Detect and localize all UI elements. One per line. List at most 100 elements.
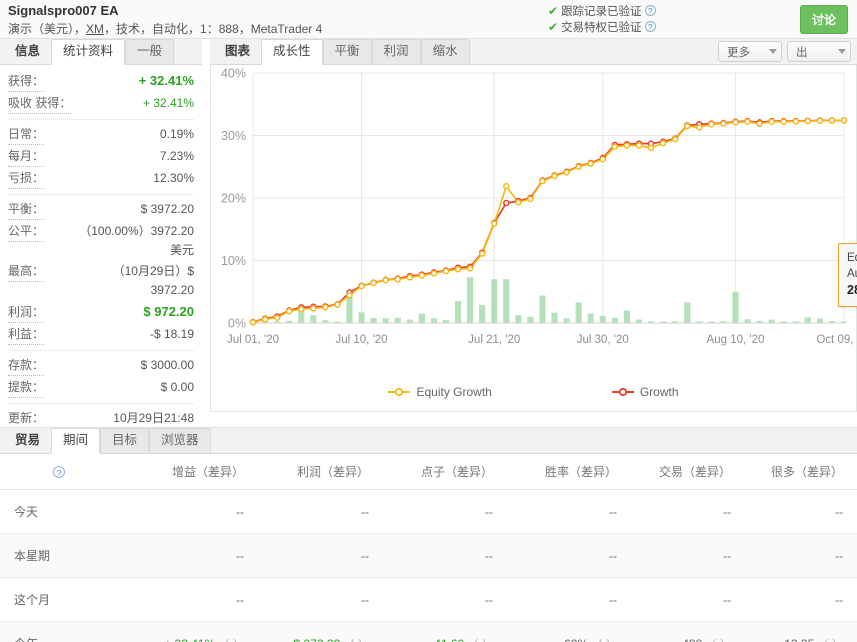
chart-bar	[455, 301, 461, 323]
legend-item-growth[interactable]: Growth	[612, 385, 679, 399]
stat-label: 吸收 获得：	[8, 94, 71, 114]
data-point-marker[interactable]	[769, 119, 774, 124]
table-cell: --	[258, 534, 383, 578]
table-cell: --	[118, 578, 258, 622]
data-point-marker[interactable]	[504, 184, 509, 189]
data-point-marker[interactable]	[540, 179, 545, 184]
data-point-marker[interactable]	[624, 143, 629, 148]
growth-chart[interactable]: 0%10%20%30%40%Jul 01, '20Jul 10, '20Jul …	[211, 65, 856, 365]
chart-tooltip: Equity Growth Aug 10, '20 28.78%	[838, 243, 857, 307]
cell-value: --	[609, 505, 617, 519]
data-point-marker[interactable]	[311, 306, 316, 311]
legend-item-equity-growth[interactable]: Equity Growth	[388, 385, 491, 399]
discuss-button[interactable]: 讨论	[800, 5, 848, 34]
data-point-marker[interactable]	[516, 200, 521, 205]
tab-info[interactable]: 信息	[4, 40, 51, 64]
cell-value: --	[723, 593, 731, 607]
data-point-marker[interactable]	[588, 161, 593, 166]
data-point-marker[interactable]	[673, 137, 678, 142]
data-point-marker[interactable]	[407, 275, 412, 280]
data-point-marker[interactable]	[552, 174, 557, 179]
data-point-marker[interactable]	[347, 293, 352, 298]
table-column-header: 点子（差异）	[383, 454, 507, 490]
data-point-marker[interactable]	[793, 119, 798, 124]
tab-targets[interactable]: 目标	[100, 428, 149, 453]
account-stats-page: Signalspro007 EA 演示（美元），XM，技术，自动化，1：888，…	[0, 0, 857, 642]
data-point-marker[interactable]	[275, 315, 280, 320]
data-point-marker[interactable]	[504, 201, 509, 206]
tab-trades[interactable]: 贸易	[4, 429, 51, 453]
data-point-marker[interactable]	[299, 307, 304, 312]
data-point-marker[interactable]	[492, 221, 497, 226]
data-point-marker[interactable]	[697, 125, 702, 130]
data-point-marker[interactable]	[612, 144, 617, 149]
data-point-marker[interactable]	[395, 277, 400, 282]
tab-profit[interactable]: 利润	[372, 39, 421, 64]
data-point-marker[interactable]	[745, 119, 750, 124]
data-point-marker[interactable]	[287, 309, 292, 314]
data-point-marker[interactable]	[468, 266, 473, 271]
stat-row: 亏损：12.30%	[8, 168, 194, 190]
data-point-marker[interactable]	[781, 119, 786, 124]
data-point-marker[interactable]	[842, 118, 847, 123]
stat-label: 平衡：	[8, 200, 44, 220]
period-label: 这个月	[0, 578, 118, 622]
tab-statistics[interactable]: 统计资料	[51, 39, 125, 65]
stat-value: $ 972.20	[143, 302, 194, 321]
data-point-marker[interactable]	[757, 121, 762, 126]
help-icon[interactable]: ?	[645, 5, 656, 16]
data-point-marker[interactable]	[733, 120, 738, 125]
table-column-header: 增益（差异）	[118, 454, 258, 490]
data-point-marker[interactable]	[661, 141, 666, 146]
tab-general[interactable]: 一般	[125, 39, 174, 64]
help-icon[interactable]: ?	[53, 466, 65, 478]
chart-bar	[588, 314, 594, 323]
chart-bar	[358, 312, 364, 323]
data-point-marker[interactable]	[805, 119, 810, 124]
data-point-marker[interactable]	[335, 302, 340, 307]
data-point-marker[interactable]	[419, 273, 424, 278]
tab-charts[interactable]: 图表	[214, 40, 261, 64]
data-point-marker[interactable]	[359, 284, 364, 289]
data-point-marker[interactable]	[829, 118, 834, 123]
data-point-marker[interactable]	[576, 164, 581, 169]
more-dropdown[interactable]: 更多	[718, 41, 782, 62]
data-point-marker[interactable]	[443, 269, 448, 274]
data-point-marker[interactable]	[709, 122, 714, 127]
account-subtitle: 演示（美元），XM，技术，自动化，1：888，MetaTrader 4	[8, 19, 849, 38]
data-point-marker[interactable]	[636, 143, 641, 148]
data-point-marker[interactable]	[564, 170, 569, 175]
broker-link-xm[interactable]: XM	[86, 22, 104, 36]
data-point-marker[interactable]	[528, 196, 533, 201]
divider	[8, 350, 194, 351]
data-point-marker[interactable]	[383, 278, 388, 283]
data-point-marker[interactable]	[263, 317, 268, 322]
tab-balance[interactable]: 平衡	[323, 39, 372, 64]
data-point-marker[interactable]	[323, 305, 328, 310]
y-axis-tick-label: 40%	[221, 67, 246, 81]
data-point-marker[interactable]	[600, 157, 605, 162]
data-point-marker[interactable]	[685, 124, 690, 129]
stat-value: （10月29日）$ 3972.20	[68, 262, 194, 300]
table-cell: + 32.41% （-）	[118, 622, 258, 642]
tab-drawdown[interactable]: 缩水	[421, 39, 470, 64]
data-point-marker[interactable]	[431, 271, 436, 276]
data-point-marker[interactable]	[721, 121, 726, 126]
cell-diff: （-）	[814, 639, 843, 642]
tab-explorer[interactable]: 浏览器	[149, 428, 211, 453]
cell-diff: （-）	[588, 639, 617, 642]
stat-row: 获得：+ 32.41%	[8, 70, 194, 93]
data-point-marker[interactable]	[371, 281, 376, 286]
data-point-marker[interactable]	[649, 146, 654, 151]
table-cell: --	[507, 534, 631, 578]
tab-periods[interactable]: 期间	[51, 428, 100, 454]
export-dropdown[interactable]: 出	[787, 41, 851, 62]
data-point-marker[interactable]	[456, 267, 461, 272]
table-cell: --	[631, 534, 745, 578]
cell-value: 69%	[564, 637, 588, 642]
tab-growth[interactable]: 成长性	[261, 39, 323, 65]
help-icon[interactable]: ?	[645, 21, 656, 32]
data-point-marker[interactable]	[251, 320, 256, 325]
data-point-marker[interactable]	[480, 251, 485, 256]
data-point-marker[interactable]	[817, 118, 822, 123]
